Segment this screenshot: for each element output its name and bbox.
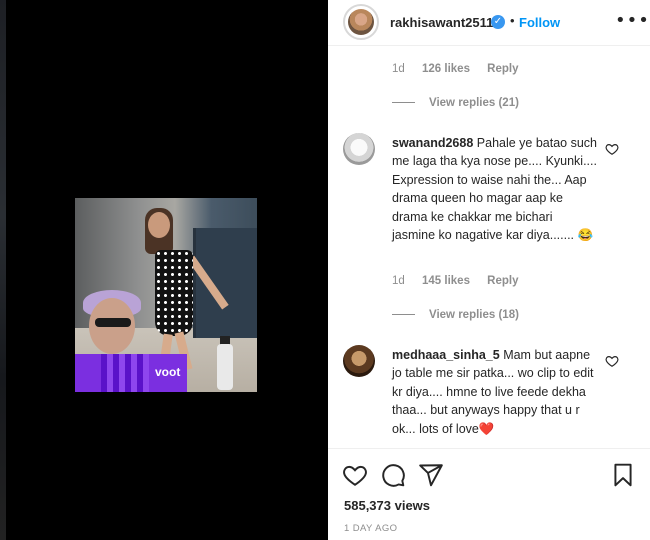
comments-panel: rakhisawant2511 ✓ • Follow ••• 1d 126 li…	[328, 0, 650, 540]
instagram-post-viewer: voot rakhisawant2511 ✓ • Follow ••• 1d 1…	[0, 0, 650, 540]
comment-meta: 1d 145 likes Reply	[392, 275, 533, 287]
commenter-avatar[interactable]	[343, 345, 375, 377]
follow-button[interactable]: Follow	[519, 15, 560, 30]
view-replies-label: View replies (18)	[429, 309, 519, 321]
more-options-icon[interactable]: •••	[615, 10, 650, 31]
comment-body: Pahale ye batao such me laga tha kya nos…	[392, 136, 598, 243]
reply-button[interactable]: Reply	[487, 275, 518, 287]
comment-time: 1d	[392, 63, 405, 75]
like-comment-heart-icon[interactable]	[605, 354, 619, 368]
video-player[interactable]: voot	[75, 198, 257, 392]
post-header: rakhisawant2511 ✓ • Follow •••	[328, 0, 650, 46]
author-username[interactable]: rakhisawant2511	[390, 15, 493, 30]
view-replies-button[interactable]: View replies (18)	[392, 309, 519, 321]
media-pane: voot	[0, 0, 328, 540]
comment-bubble-icon[interactable]	[380, 462, 406, 488]
background-edge	[0, 0, 6, 540]
voot-logo: voot	[155, 365, 181, 379]
commenter-username[interactable]: medhaaa_sinha_5	[392, 348, 500, 362]
post-actions: 585,373 views 1 DAY AGO	[328, 448, 650, 540]
author-avatar[interactable]	[343, 4, 379, 40]
save-bookmark-icon[interactable]	[610, 462, 636, 488]
voot-banner-stripes	[101, 354, 149, 392]
commenter-username[interactable]: swanand2688	[392, 136, 473, 150]
comment-meta: 1d 126 likes Reply	[392, 63, 533, 75]
video-bottle	[217, 344, 233, 390]
post-date[interactable]: 1 DAY AGO	[344, 523, 397, 534]
commenter-avatar[interactable]	[343, 133, 375, 165]
video-inset-glasses	[95, 318, 131, 327]
verified-badge-icon: ✓	[491, 15, 505, 29]
replies-line	[392, 102, 415, 104]
video-figure-dress	[155, 250, 193, 336]
comment-likes[interactable]: 145 likes	[422, 275, 470, 287]
view-replies-button[interactable]: View replies (21)	[392, 97, 519, 109]
comment-time: 1d	[392, 275, 405, 287]
like-comment-heart-icon[interactable]	[605, 142, 619, 156]
view-replies-label: View replies (21)	[429, 97, 519, 109]
like-heart-icon[interactable]	[342, 462, 368, 488]
reply-button[interactable]: Reply	[487, 63, 518, 75]
replies-line	[392, 314, 415, 316]
comment-text: swanand2688 Pahale ye batao such me laga…	[392, 134, 598, 244]
header-separator: •	[510, 13, 515, 28]
video-figure-head	[148, 212, 170, 238]
comment-text: medhaaa_sinha_5 Mam but aapne jo table m…	[392, 346, 598, 438]
share-send-icon[interactable]	[418, 462, 444, 488]
video-frame-door	[193, 228, 257, 338]
author-avatar-image	[348, 9, 374, 35]
comment-likes[interactable]: 126 likes	[422, 63, 470, 75]
view-count[interactable]: 585,373 views	[344, 498, 430, 513]
